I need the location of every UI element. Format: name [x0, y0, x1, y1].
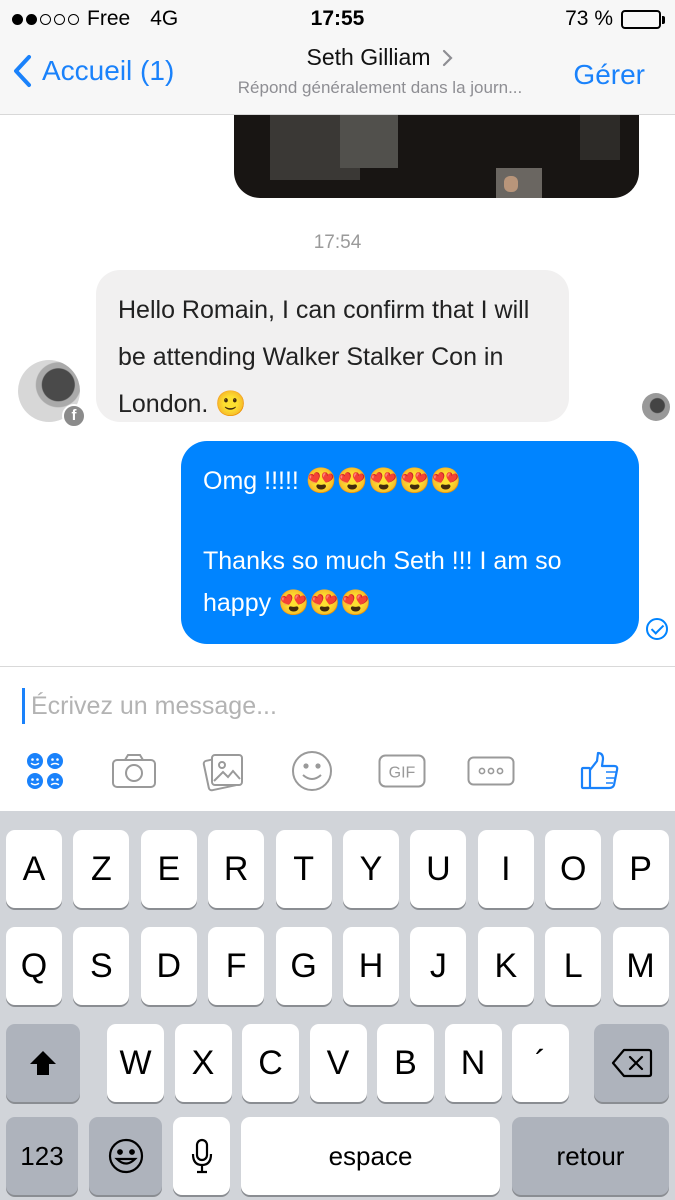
emoji-icon[interactable]	[289, 748, 335, 794]
message-input[interactable]	[22, 688, 642, 724]
key[interactable]: P	[612, 830, 669, 908]
key[interactable]: T	[275, 830, 332, 908]
chevron-left-icon	[14, 55, 31, 87]
key[interactable]: H	[343, 927, 399, 1005]
key[interactable]: Z	[73, 830, 130, 908]
shift-icon	[30, 1051, 56, 1075]
composer-divider	[0, 666, 675, 667]
key[interactable]: X	[174, 1024, 232, 1102]
key[interactable]: V	[309, 1024, 367, 1102]
shift-key[interactable]	[6, 1024, 80, 1102]
key[interactable]: R	[208, 830, 265, 908]
keyboard: AZERTYUIOP QSDFGHJKLM W X C V B N ´ 123 espace…	[0, 811, 675, 1200]
key[interactable]: L	[545, 927, 602, 1005]
backspace-key[interactable]	[594, 1024, 669, 1102]
message-timestamp: 17:54	[313, 232, 362, 253]
numbers-key[interactable]: 123	[6, 1117, 78, 1195]
key[interactable]: N	[444, 1024, 502, 1102]
manage-button[interactable]: Gérer	[573, 59, 645, 91]
navigation-header: Free 4G 17:55 73 % Accueil (1) Seth Gill…	[0, 0, 675, 115]
key[interactable]: Y	[343, 830, 399, 908]
key[interactable]: S	[73, 927, 130, 1005]
return-key[interactable]: retour	[512, 1117, 669, 1195]
key[interactable]: B	[377, 1024, 434, 1102]
chevron-right-icon	[443, 49, 454, 66]
key[interactable]: C	[242, 1024, 299, 1102]
key[interactable]: J	[410, 927, 467, 1005]
outgoing-message-line: Thanks so much Seth !!! I am so happy 😍😍…	[203, 547, 562, 617]
key[interactable]: M	[612, 927, 669, 1005]
key[interactable]: F	[208, 927, 265, 1005]
delivered-check-icon	[646, 618, 668, 640]
facebook-icon: f	[62, 404, 86, 428]
status-bar: Free 4G 17:55 73 %	[0, 0, 675, 38]
dictation-key[interactable]	[173, 1117, 230, 1195]
microphone-icon	[191, 1138, 212, 1174]
battery-percent: 73 %	[565, 7, 613, 30]
key[interactable]: E	[140, 830, 197, 908]
gallery-icon[interactable]	[201, 748, 247, 794]
key[interactable]: Q	[6, 927, 62, 1005]
contact-subtitle: Répond généralement dans la journ...	[237, 78, 523, 97]
back-button-label: Accueil (1)	[42, 55, 175, 86]
space-key[interactable]: espace	[241, 1117, 500, 1195]
key[interactable]: A	[6, 830, 62, 908]
gif-icon[interactable]: GIF	[378, 748, 426, 794]
key[interactable]: I	[477, 830, 534, 908]
key[interactable]: W	[107, 1024, 164, 1102]
emoji-keyboard-key[interactable]	[89, 1117, 162, 1195]
stickers-icon[interactable]	[22, 748, 68, 794]
more-icon[interactable]	[467, 748, 515, 794]
contact-name: Seth Gilliam	[306, 44, 431, 70]
back-button[interactable]: Accueil (1)	[12, 54, 174, 88]
battery-icon	[621, 9, 665, 29]
key[interactable]: O	[545, 830, 602, 908]
key[interactable]: G	[275, 927, 332, 1005]
outgoing-message-line: Omg !!!!! 😍😍😍😍😍	[203, 467, 462, 495]
backspace-icon	[611, 1048, 652, 1078]
status-right: 73 %	[565, 7, 665, 31]
like-icon[interactable]	[577, 748, 623, 794]
key[interactable]: ´	[512, 1024, 569, 1102]
incoming-message-text: Hello Romain, I can confirm that I will …	[118, 296, 530, 418]
contact-header[interactable]: Seth Gilliam Répond généralement dans la…	[200, 44, 560, 98]
gif-label: GIF	[389, 765, 416, 782]
outgoing-message-bubble[interactable]: Omg !!!!! 😍😍😍😍😍 Thanks so much Seth !!! …	[181, 441, 639, 644]
camera-icon[interactable]	[111, 748, 157, 794]
incoming-message-bubble[interactable]: Hello Romain, I can confirm that I will …	[96, 270, 569, 422]
emoji-keyboard-icon	[108, 1138, 143, 1174]
composer-toolbar: GIF	[0, 748, 675, 798]
read-receipt-avatar	[642, 393, 670, 421]
key[interactable]: K	[477, 927, 534, 1005]
key[interactable]: U	[410, 830, 467, 908]
key[interactable]: D	[140, 927, 197, 1005]
